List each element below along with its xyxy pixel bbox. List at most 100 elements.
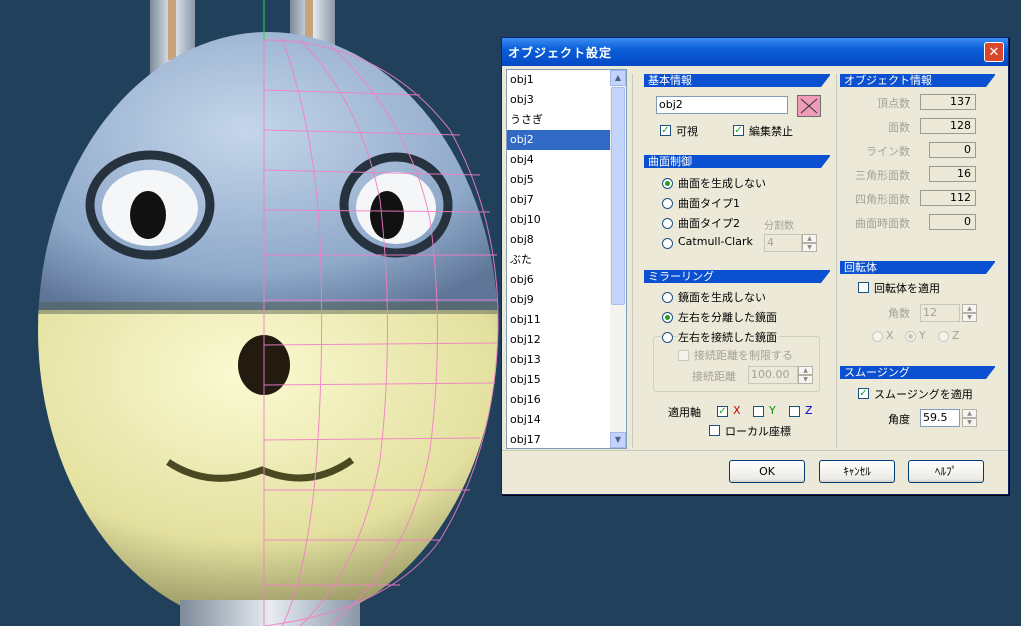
rotation-axis-x-radio[interactable] <box>872 331 883 342</box>
list-item[interactable]: obj4 <box>507 150 610 170</box>
local-coords-label: ローカル座標 <box>725 425 791 438</box>
smoothing-header: スムージング <box>840 366 996 379</box>
divider <box>502 450 1008 451</box>
rotation-axis-y-radio[interactable] <box>905 331 916 342</box>
limit-distance-label: 接続距離を制限する <box>694 349 793 362</box>
surface-header: 曲面制御 <box>644 155 831 168</box>
info-value: 112 <box>920 190 976 206</box>
list-item[interactable]: obj10 <box>507 210 610 230</box>
mirroring-header: ミラーリング <box>644 270 831 283</box>
rotation-angle-spinner[interactable]: ▲ ▼ <box>962 304 977 322</box>
list-item[interactable]: obj3 <box>507 90 610 110</box>
rotation-apply-checkbox[interactable] <box>858 282 869 293</box>
list-item[interactable]: obj7 <box>507 190 610 210</box>
smoothing-apply-label: スムージングを適用 <box>874 388 973 401</box>
visible-checkbox[interactable]: ✓ <box>660 125 671 136</box>
surface-none-radio[interactable] <box>662 178 673 189</box>
mirror-connect-radio[interactable] <box>662 332 673 343</box>
info-value: 0 <box>929 214 976 230</box>
divisions-label: 分割数 <box>764 221 794 232</box>
surface-option-1: 曲面タイプ1 <box>678 197 740 210</box>
axis-x-checkbox[interactable]: ✓ <box>717 406 728 417</box>
smoothing-angle-input[interactable]: 59.5 <box>920 409 960 427</box>
surface-type2-radio[interactable] <box>662 218 673 229</box>
scroll-down-icon[interactable]: ▼ <box>610 432 626 448</box>
divisions-spinner[interactable]: ▲ ▼ <box>802 234 817 252</box>
rotation-angle-input[interactable]: 12 <box>920 304 960 322</box>
rotation-angle-label: 角数 <box>888 307 910 320</box>
rotation-axis-y-label: Y <box>919 329 926 342</box>
info-label: 三角形面数 <box>855 169 910 182</box>
mirror-option-2: 左右を接続した鏡面 <box>678 329 779 345</box>
object-info-header: オブジェクト情報 <box>840 74 996 87</box>
distance-input[interactable]: 100.00 <box>748 366 798 384</box>
surface-type1-radio[interactable] <box>662 198 673 209</box>
info-value: 16 <box>929 166 976 182</box>
mirror-separate-radio[interactable] <box>662 312 673 323</box>
local-coords-checkbox[interactable] <box>709 425 720 436</box>
title-bar[interactable]: オブジェクト設定 ✕ <box>502 38 1008 66</box>
visible-label: 可視 <box>676 125 698 138</box>
cancel-button[interactable]: ｷｬﾝｾﾙ <box>819 460 895 483</box>
rotation-header: 回転体 <box>840 261 996 274</box>
lock-checkbox[interactable]: ✓ <box>733 125 744 136</box>
info-value: 137 <box>920 94 976 110</box>
list-scrollbar[interactable]: ▲ ▼ <box>610 70 626 448</box>
list-item[interactable]: obj15 <box>507 370 610 390</box>
limit-distance-checkbox[interactable] <box>678 350 689 361</box>
surface-option-3: Catmull-Clark <box>678 235 753 248</box>
rabbit-model <box>38 0 498 626</box>
dialog-title: オブジェクト設定 <box>508 46 613 60</box>
distance-label: 接続距離 <box>692 370 736 383</box>
color-swatch-icon <box>800 98 818 114</box>
info-label: 四角形面数 <box>855 193 910 206</box>
axis-label: 適用軸 <box>668 406 701 419</box>
surface-option-0: 曲面を生成しない <box>678 177 766 190</box>
list-item[interactable]: obj5 <box>507 170 610 190</box>
surface-option-2: 曲面タイプ2 <box>678 217 740 230</box>
info-label: ライン数 <box>866 145 910 158</box>
axis-y-label: Y <box>769 404 776 417</box>
surface-catmull-radio[interactable] <box>662 238 673 249</box>
rotation-axis-x-label: X <box>886 329 894 342</box>
list-item[interactable]: obj16 <box>507 390 610 410</box>
rotation-axis-z-label: Z <box>952 329 960 342</box>
list-item[interactable]: obj1 <box>507 70 610 90</box>
basic-info-header: 基本情報 <box>644 74 831 87</box>
ok-button[interactable]: OK <box>729 460 805 483</box>
list-item[interactable]: obj8 <box>507 230 610 250</box>
list-item[interactable]: obj12 <box>507 330 610 350</box>
list-item[interactable]: obj13 <box>507 350 610 370</box>
list-item[interactable]: obj9 <box>507 290 610 310</box>
scroll-thumb[interactable] <box>611 87 625 305</box>
list-item[interactable]: obj11 <box>507 310 610 330</box>
scroll-up-icon[interactable]: ▲ <box>610 70 626 86</box>
list-item[interactable]: obj17 <box>507 430 610 448</box>
divider <box>632 74 633 448</box>
mirror-option-0: 鏡面を生成しない <box>678 291 766 304</box>
smoothing-angle-spinner[interactable]: ▲ ▼ <box>962 409 977 427</box>
info-value: 128 <box>920 118 976 134</box>
mirror-none-radio[interactable] <box>662 292 673 303</box>
axis-z-label: Z <box>805 404 813 417</box>
divider <box>836 74 837 448</box>
axis-z-checkbox[interactable] <box>789 406 800 417</box>
info-label: 曲面時面数 <box>855 217 910 230</box>
rotation-axis-z-radio[interactable] <box>938 331 949 342</box>
divisions-input[interactable]: 4 <box>764 234 802 252</box>
close-button[interactable]: ✕ <box>984 42 1004 62</box>
axis-x-label: X <box>733 404 741 417</box>
object-listbox[interactable]: obj1 obj3 うさぎ obj2 obj4 obj5 obj7 obj10 obj8 ぶた ob… <box>506 69 627 449</box>
list-item[interactable]: うさぎ <box>507 110 610 130</box>
list-item[interactable]: obj14 <box>507 410 610 430</box>
axis-y-checkbox[interactable] <box>753 406 764 417</box>
object-color-swatch[interactable] <box>797 95 821 117</box>
smoothing-apply-checkbox[interactable]: ✓ <box>858 388 869 399</box>
list-item[interactable]: obj6 <box>507 270 610 290</box>
help-button[interactable]: ﾍﾙﾌﾟ <box>908 460 984 483</box>
info-label: 頂点数 <box>877 97 910 110</box>
list-item[interactable]: obj2 <box>507 130 610 150</box>
list-item[interactable]: ぶた <box>507 250 610 270</box>
object-name-input[interactable]: obj2 <box>656 96 788 114</box>
distance-spinner[interactable]: ▲ ▼ <box>798 366 813 384</box>
